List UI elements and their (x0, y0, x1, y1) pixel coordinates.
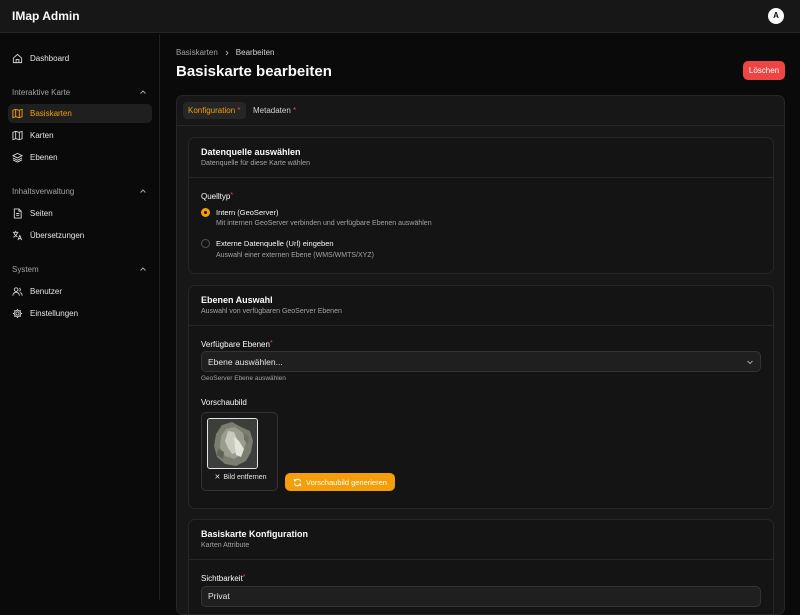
sidebar-group-title: System (12, 265, 39, 274)
required-marker: * (242, 574, 246, 581)
remove-image-button[interactable]: ✕ Bild entfernen (202, 473, 279, 485)
field-hint: GeoServer Ebene auswählen (201, 375, 286, 382)
option-description: Mit internen GeoServer verbinden und ver… (216, 220, 432, 227)
sidebar-item-ebenen[interactable]: Ebenen (8, 148, 152, 167)
card-header: Ebenen Auswahl Auswahl von verfügbaren G… (189, 286, 773, 326)
map-thumbnail (208, 419, 257, 468)
chevron-up-icon[interactable] (139, 88, 147, 96)
required-marker: * (230, 192, 234, 199)
tab-konfiguration[interactable]: Konfiguration * (183, 102, 246, 119)
edit-panel: Konfiguration * Metadaten * Datenquelle … (176, 95, 785, 615)
refresh-icon (293, 478, 302, 486)
card-header: Datenquelle auswählen Datenquelle für di… (189, 138, 773, 178)
sidebar-item-uebersetzungen[interactable]: Übersetzungen (8, 226, 152, 245)
chevron-down-icon (747, 360, 753, 365)
preview-label: Vorschaubild (201, 398, 247, 407)
page-title: Basiskarte bearbeiten (176, 63, 332, 80)
card-title: Ebenen Auswahl (201, 295, 273, 305)
visibility-label: Sichtbarkeit* (201, 574, 246, 583)
option-title[interactable]: Intern (GeoServer) (216, 208, 279, 217)
field-label-text: Verfügbare Ebenen (201, 340, 270, 349)
user-avatar[interactable]: A (768, 8, 784, 24)
sidebar-item-seiten[interactable]: Seiten (8, 204, 152, 223)
card-subtitle: Karten Attribute (201, 542, 250, 549)
tab-bar: Konfiguration * Metadaten * (177, 96, 784, 126)
required-marker: * (269, 340, 273, 347)
sidebar-item-karten[interactable]: Karten (8, 126, 152, 145)
config-card: Basiskarte Konfiguration Karten Attribut… (188, 519, 774, 614)
tab-metadaten[interactable]: Metadaten * (248, 102, 301, 119)
breadcrumb-parent[interactable]: Basiskarten (176, 48, 218, 57)
delete-button[interactable]: Löschen (743, 61, 785, 80)
option-title[interactable]: Externe Datenquelle (Url) eingeben (216, 239, 334, 248)
field-label-text: Sichtbarkeit (201, 574, 243, 583)
breadcrumb-current: Bearbeiten (235, 48, 275, 57)
sidebar-item-label: Seiten (30, 209, 53, 218)
sidebar-item-einstellungen[interactable]: Einstellungen (8, 304, 152, 323)
datasource-card: Datenquelle auswählen Datenquelle für di… (188, 137, 774, 274)
option-description: Auswahl einer externen Ebene (WMS/WMTS/X… (216, 252, 374, 259)
top-bar: IMap Admin A (0, 0, 800, 33)
required-marker: * (293, 106, 297, 115)
visibility-select[interactable]: Privat (201, 586, 761, 607)
app-title[interactable]: IMap Admin (12, 9, 80, 23)
layers-icon (12, 152, 23, 163)
card-title: Basiskarte Konfiguration (201, 529, 309, 539)
generate-preview-label: Vorschaubild generieren (306, 477, 387, 487)
sidebar-item-label: Karten (30, 131, 54, 140)
field-label-text: Quelltyp (201, 192, 231, 201)
breadcrumb: Basiskarten Bearbeiten (176, 48, 275, 57)
sidebar-item-label: Dashboard (30, 54, 70, 63)
preview-image (207, 418, 258, 469)
sidebar-group-title: Interaktive Karte (12, 88, 71, 97)
map-icon (12, 108, 23, 119)
sidebar-item-label: Übersetzungen (30, 231, 85, 240)
select-value: Ebene auswählen... (208, 357, 283, 367)
radio-intern[interactable] (201, 208, 210, 217)
card-subtitle: Auswahl von verfügbaren GeoServer Ebenen (201, 308, 342, 315)
card-title: Datenquelle auswählen (201, 147, 301, 157)
sidebar-item-label: Basiskarten (30, 109, 72, 118)
source-type-label: Quelltyp* (201, 192, 233, 201)
layers-card: Ebenen Auswahl Auswahl von verfügbaren G… (188, 285, 774, 509)
remove-image-label: Bild entfernen (223, 474, 267, 481)
radio-extern[interactable] (201, 239, 210, 248)
map-fold-icon (12, 130, 23, 141)
preview-box: ✕ Bild entfernen (201, 412, 278, 491)
layer-select[interactable]: Ebene auswählen... (201, 351, 761, 372)
sidebar-item-label: Einstellungen (30, 309, 79, 318)
file-icon (12, 208, 23, 219)
tab-label: Metadaten (253, 106, 291, 115)
chevron-up-icon[interactable] (139, 187, 147, 195)
sidebar-group-title: Inhaltsverwaltung (12, 187, 75, 196)
sidebar-item-basiskarten[interactable]: Basiskarten (8, 104, 152, 123)
generate-preview-button[interactable]: Vorschaubild generieren (285, 473, 395, 491)
card-subtitle: Datenquelle für diese Karte wählen (201, 160, 310, 167)
main-content: Basiskarten Bearbeiten Basiskarte bearbe… (160, 34, 800, 615)
sidebar-item-label: Ebenen (30, 153, 58, 162)
sidebar-item-dashboard[interactable]: Dashboard (8, 49, 152, 68)
chevron-right-icon (225, 50, 229, 55)
sidebar-item-label: Benutzer (30, 287, 63, 296)
close-icon: ✕ (214, 474, 221, 481)
tab-label: Konfiguration (188, 106, 236, 115)
sidebar-item-benutzer[interactable]: Benutzer (8, 282, 152, 301)
users-icon (12, 286, 23, 297)
languages-icon (12, 230, 23, 241)
sidebar: Dashboard Interaktive Karte Basiskarten … (0, 34, 160, 600)
card-header: Basiskarte Konfiguration Karten Attribut… (189, 520, 773, 560)
required-marker: * (237, 106, 241, 115)
available-layers-label: Verfügbare Ebenen* (201, 340, 273, 349)
chevron-up-icon[interactable] (139, 265, 147, 273)
gear-icon (12, 308, 23, 319)
home-icon (12, 53, 23, 64)
